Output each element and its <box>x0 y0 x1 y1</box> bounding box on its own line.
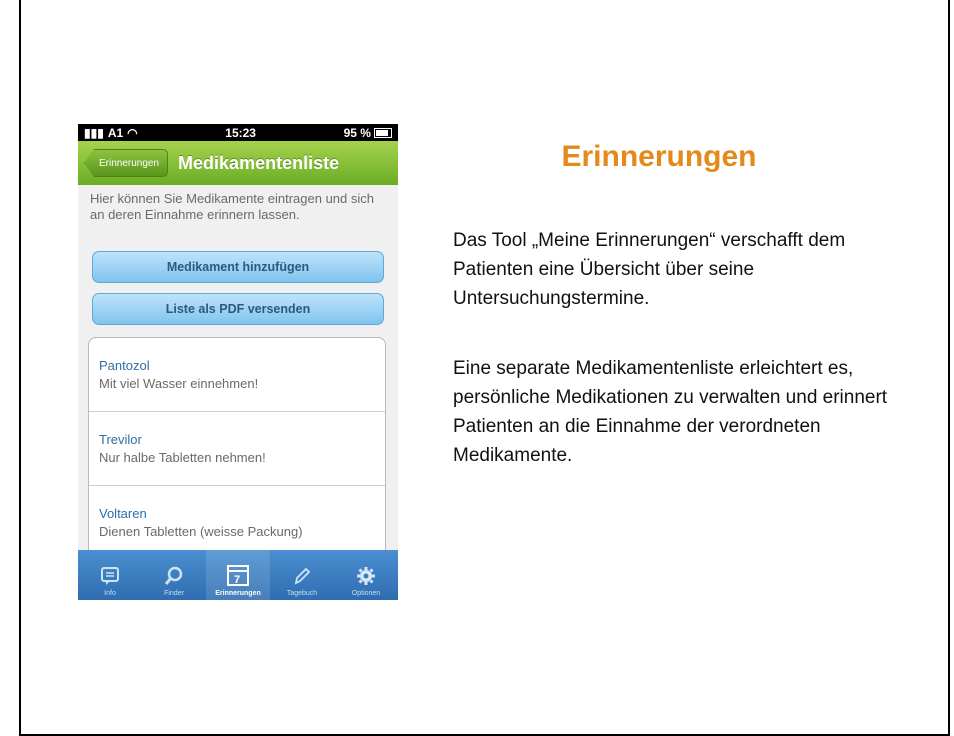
medication-list: Pantozol Mit viel Wasser einnehmen! Trev… <box>88 337 386 561</box>
tab-tagebuch[interactable]: Tagebuch <box>270 550 334 600</box>
nav-title: Medikamentenliste <box>178 152 340 173</box>
nav-bar: Erinnerungen Medikamentenliste <box>78 141 398 185</box>
medication-name: Voltaren <box>99 506 147 521</box>
tab-erinnerungen[interactable]: 7 Erinnerungen <box>206 550 270 600</box>
list-item[interactable]: Trevilor Nur halbe Tabletten nehmen! <box>89 412 385 486</box>
intro-text: Hier können Sie Medikamente eintragen un… <box>90 191 375 222</box>
slide-title: Erinnerungen <box>561 140 757 173</box>
list-item[interactable]: Pantozol Mit viel Wasser einnehmen! <box>89 338 385 412</box>
tab-info[interactable]: Info <box>78 550 142 600</box>
carrier-label: A1 <box>107 125 124 140</box>
signal-bars-icon: ▮▮▮ <box>84 125 104 140</box>
tab-label: Optionen <box>351 590 381 597</box>
battery-percent: 95 % <box>343 125 371 140</box>
add-medication-button[interactable]: Medikament hinzufügen <box>92 251 384 283</box>
medication-note: Mit viel Wasser einnehmen! <box>99 376 259 391</box>
tab-label: Info <box>104 590 116 597</box>
tab-finder[interactable]: Finder <box>142 550 206 600</box>
battery-icon <box>373 127 392 138</box>
status-bar: ▮▮▮ A1 ◠ 15:23 95 % <box>78 124 398 141</box>
svg-text:7: 7 <box>234 574 240 586</box>
paragraph-medication-list: Eine separate Medikamentenliste erleicht… <box>453 358 888 466</box>
tab-label: Finder <box>164 590 184 597</box>
send-pdf-button[interactable]: Liste als PDF versenden <box>92 293 384 325</box>
search-icon <box>164 566 183 585</box>
medication-note: Nur halbe Tabletten nehmen! <box>99 450 266 465</box>
battery-indicator: 95 % <box>344 126 392 140</box>
tab-label: Erinnerungen <box>215 590 261 597</box>
tab-optionen[interactable]: Optionen <box>334 550 398 600</box>
back-button[interactable]: Erinnerungen <box>84 149 169 177</box>
pencil-icon <box>294 567 311 585</box>
gear-icon <box>357 567 375 585</box>
paragraph-intro: Das Tool „Meine Erinnerungen“ verschafft… <box>453 230 846 309</box>
medication-note: Dienen Tabletten (weisse Packung) <box>99 524 303 539</box>
status-time: 15:23 <box>225 125 256 140</box>
wifi-icon: ◠ <box>127 125 138 140</box>
info-icon <box>101 567 119 585</box>
medication-name: Pantozol <box>99 358 150 373</box>
list-item[interactable]: Voltaren Dienen Tabletten (weisse Packun… <box>89 486 385 560</box>
medication-name: Trevilor <box>99 432 142 447</box>
tab-bar: Info Finder 7 Erinnerungen Tagebuch Opti… <box>78 550 398 600</box>
signal-indicator: ▮▮▮ A1 ◠ <box>84 126 138 140</box>
tab-label: Tagebuch <box>286 590 318 597</box>
phone-screenshot: ▮▮▮ A1 ◠ 15:23 95 % Erinnerungen Medikam… <box>78 124 398 600</box>
calendar-icon: 7 <box>227 565 249 586</box>
